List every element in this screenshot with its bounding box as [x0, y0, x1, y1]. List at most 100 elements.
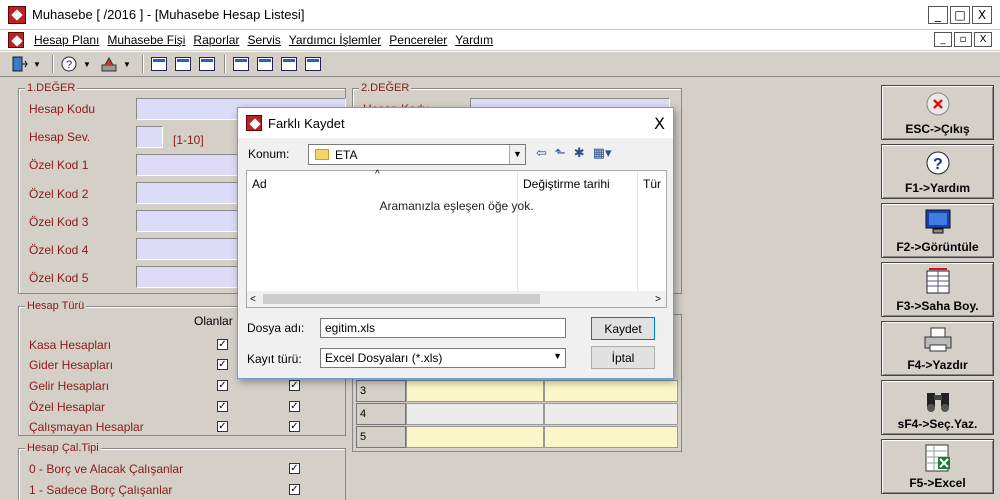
mdi-controls: _ ▫ X	[934, 32, 992, 47]
grid-row[interactable]: 3	[356, 380, 678, 402]
column-size-icon	[926, 268, 949, 294]
f1-yardim-button[interactable]: ? F1->Yardım	[881, 144, 994, 199]
grid-cell[interactable]	[406, 380, 544, 402]
hesap-sev-hint: [1-10]	[173, 133, 204, 147]
view-menu-icon[interactable]: ▦▾	[593, 146, 612, 161]
grid-cell[interactable]	[406, 426, 544, 448]
grid-row[interactable]: 5	[356, 426, 678, 448]
menu-muhasebe-fisi[interactable]: Muhasebe Fişi	[107, 33, 185, 47]
location-select[interactable]: ETA ▼	[308, 144, 526, 165]
ozel-olanlar-checkbox[interactable]: ✓	[217, 401, 228, 412]
scrollbar-thumb[interactable]	[263, 294, 540, 304]
borc-alacak-label: 0 - Borç ve Alacak Çalışanlar	[29, 462, 184, 476]
kasa-hesaplari-label: Kasa Hesapları	[29, 338, 112, 352]
f2-goruntule-button[interactable]: F2->Görüntüle	[881, 203, 994, 258]
hesap-sev-input[interactable]	[136, 126, 163, 148]
up-folder-icon[interactable]: ⬑	[555, 146, 566, 161]
window-list-icon[interactable]	[196, 54, 218, 74]
grid-cell[interactable]	[544, 403, 678, 425]
ozel-kod-5-label: Özel Kod 5	[29, 271, 89, 285]
ozel-kod-2-label: Özel Kod 2	[29, 187, 89, 201]
dropdown-arrow-icon[interactable]: ▼	[32, 60, 42, 69]
chevron-down-icon[interactable]: ▼	[509, 145, 525, 164]
back-arrow-icon[interactable]: ⇦	[536, 146, 547, 161]
grid-cell[interactable]	[406, 403, 544, 425]
save-as-dialog: Farklı Kaydet X Konum: ETA ▼ ⇦ ⬑ ✱ ▦▾ Ad…	[237, 107, 674, 379]
filetype-select[interactable]: Excel Dosyaları (*.xls) ▼	[320, 348, 566, 368]
menu-hesap-plani[interactable]: Hesap Planı	[34, 33, 99, 47]
empty-results-text: Aramanızla eşleşen öğe yok.	[379, 199, 534, 213]
dropdown-arrow-icon[interactable]: ▼	[122, 60, 132, 69]
dropdown-arrow-icon[interactable]: ▼	[82, 60, 92, 69]
column-ad[interactable]: Ad	[252, 177, 267, 191]
exit-door-icon[interactable]	[8, 54, 30, 74]
calculator-icon[interactable]	[254, 54, 276, 74]
hesap-turu-label: Hesap Türü	[25, 300, 87, 312]
toolbar-separator	[142, 55, 144, 73]
menu-pencereler[interactable]: Pencereler	[389, 33, 447, 47]
grid-icon[interactable]	[302, 54, 324, 74]
sadece-borc-checkbox[interactable]: ✓	[289, 484, 300, 495]
gelir-olanlar-checkbox[interactable]: ✓	[217, 380, 228, 391]
tools-icon[interactable]	[98, 54, 120, 74]
esc-cikis-button[interactable]: ESC->Çıkış	[881, 85, 994, 140]
chevron-down-icon[interactable]: ▼	[553, 351, 562, 361]
menu-yardim[interactable]: Yardım	[455, 33, 493, 47]
new-folder-icon[interactable]: ✱	[574, 146, 585, 161]
close-circle-icon	[926, 92, 949, 116]
app-icon	[8, 5, 26, 24]
row-number: 5	[356, 426, 406, 448]
calismayan-olanlar-checkbox[interactable]: ✓	[217, 421, 228, 432]
gider-olanlar-checkbox[interactable]: ✓	[217, 359, 228, 370]
help-icon[interactable]: ?	[58, 54, 80, 74]
borc-alacak-checkbox[interactable]: ✓	[289, 463, 300, 474]
window-cascade-icon[interactable]	[148, 54, 170, 74]
sf4-sec-yaz-button[interactable]: sF4->Seç.Yaz.	[881, 380, 994, 435]
cancel-button[interactable]: İptal	[591, 346, 655, 369]
horizontal-scrollbar[interactable]: < >	[247, 291, 666, 307]
minimize-button[interactable]: _	[928, 6, 948, 24]
location-value: ETA	[335, 147, 358, 162]
gelir-hesaplari-label: Gelir Hesapları	[29, 379, 110, 393]
mdi-restore-button[interactable]: ▫	[954, 32, 972, 47]
printer-icon	[924, 327, 951, 352]
dialog-close-button[interactable]: X	[654, 114, 665, 133]
save-button[interactable]: Kaydet	[591, 317, 655, 340]
f5-excel-button[interactable]: F5->Excel	[881, 439, 994, 494]
file-list[interactable]: Ad ^ Değiştirme tarihi Tür Aramanızla eş…	[246, 169, 667, 308]
scroll-left-icon[interactable]: <	[250, 294, 256, 305]
filetype-value: Excel Dosyaları (*.xls)	[325, 351, 443, 365]
mdi-app-icon[interactable]	[8, 32, 24, 48]
f1-yardim-label: F1->Yardım	[904, 181, 971, 195]
windows-icon[interactable]	[278, 54, 300, 74]
toolbar-separator	[52, 55, 54, 73]
window-tile-icon[interactable]	[172, 54, 194, 74]
f4-yazdir-button[interactable]: F4->Yazdır	[881, 321, 994, 376]
mdi-minimize-button[interactable]: _	[934, 32, 952, 47]
kasa-olanlar-checkbox[interactable]: ✓	[217, 339, 228, 350]
scroll-right-icon[interactable]: >	[655, 294, 661, 305]
grid-cell[interactable]	[544, 426, 678, 448]
mdi-close-button[interactable]: X	[974, 32, 992, 47]
toolbar: ▼ ? ▼ ▼	[0, 51, 1000, 77]
ozel-kod-4-label: Özel Kod 4	[29, 243, 89, 257]
f3-saha-boy-button[interactable]: F3->Saha Boy.	[881, 262, 994, 317]
hesap-cal-tipi-group: Hesap Çal.Tipi 0 - Borç ve Alacak Çalışa…	[18, 442, 346, 500]
gelir-olmayanlar-checkbox[interactable]: ✓	[289, 380, 300, 391]
excel-icon	[925, 444, 950, 472]
column-degistirme-tarihi[interactable]: Değiştirme tarihi	[523, 177, 610, 191]
ozel-olmayanlar-checkbox[interactable]: ✓	[289, 401, 300, 412]
calismayan-olmayanlar-checkbox[interactable]: ✓	[289, 421, 300, 432]
close-button[interactable]: X	[972, 6, 992, 24]
sf4-sec-yaz-label: sF4->Seç.Yaz.	[897, 417, 978, 431]
filename-input[interactable]: egitim.xls	[320, 318, 566, 338]
form-icon[interactable]	[230, 54, 252, 74]
maximize-button[interactable]: □	[950, 6, 970, 24]
toolbar-separator	[224, 55, 226, 73]
grid-cell[interactable]	[544, 380, 678, 402]
menu-raporlar[interactable]: Raporlar	[193, 33, 239, 47]
menu-servis[interactable]: Servis	[247, 33, 280, 47]
grid-row[interactable]: 4	[356, 403, 678, 425]
menu-yardimci-islemler[interactable]: Yardımcı İşlemler	[289, 33, 381, 47]
column-tur[interactable]: Tür	[643, 177, 661, 191]
